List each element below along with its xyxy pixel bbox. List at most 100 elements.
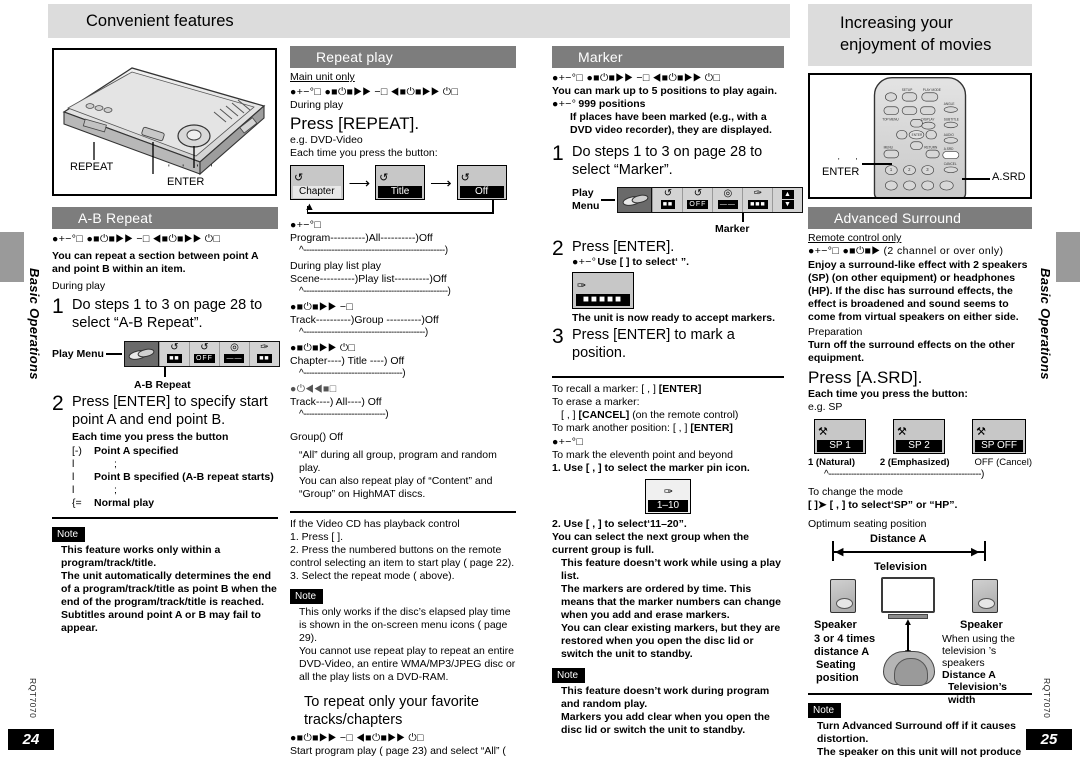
play-menu-cell-repeat[interactable]: ↺ ■■ [158, 342, 189, 366]
repeat-group-line: Group() Off [290, 431, 343, 443]
marker-step-2-sub-glyph: ●+−° [572, 256, 597, 268]
repeat-osd-sequence: ↺ Chapter ⟶ ↺ Title ⟶ ↺ Off [290, 165, 516, 200]
seq-text-3: ; [114, 484, 117, 496]
marker-menu-scroll-down-icon: ▼ [781, 200, 794, 209]
osd-loopback-arrow: ▲ [290, 200, 516, 217]
advanced-surround-note-1: The speaker on this unit will not produc… [817, 746, 1022, 758]
repeat-mode-list: ●+−°□ Program----------)All----------)Of… [290, 219, 516, 421]
diagram-tv-note-line-5: Television’s width [948, 681, 1007, 706]
remote-row2-button-1[interactable] [883, 106, 899, 115]
diagram-speaker-right [972, 579, 998, 613]
remote-control-photo: SETUP PLAY MODE ANGLE TOP MENU DISPLAY S… [808, 73, 1032, 199]
ab-repeat-heading: A-B Repeat [52, 207, 278, 229]
marker-menu-cell-marker[interactable]: ✑ ■■■ [742, 188, 772, 212]
remote-audio-button[interactable] [943, 137, 958, 144]
marker-positions: 999 positions [578, 98, 646, 110]
remote-number-5[interactable] [903, 180, 916, 191]
remote-menu-button[interactable] [883, 149, 899, 159]
remote-up-button[interactable] [910, 119, 923, 128]
advanced-surround-eg: e.g. SP [808, 401, 843, 413]
marker-op-2: [ , ] [CANCEL] (on the remote control) [561, 409, 784, 422]
ab-repeat-during: During play [52, 280, 106, 292]
remote-enter-callout: ' ' ENTER [822, 157, 865, 178]
repeat-loop-icon: ↺ [170, 342, 179, 353]
seating-chair-icon [883, 651, 935, 686]
play-menu-cell-ab-repeat[interactable]: ↺ OFF [188, 342, 219, 366]
marker-menu-cell-repeat[interactable]: ↺ ■■ [652, 188, 682, 212]
seq-text-2: Point B specified (A-B repeat starts) [94, 471, 274, 483]
marker-op-0-label: To recall a marker: [552, 383, 639, 395]
marker-bullet-0: This feature doesn’t work while using a … [561, 557, 781, 582]
diagram-speaker-right-label: Speaker [960, 619, 1003, 631]
repeat-play-during: During play [290, 99, 344, 111]
play-menu-cell-play-speed[interactable]: ◎ —— [218, 342, 249, 366]
remote-label-menu: MENU [883, 145, 893, 150]
ab-repeat-loop-icon: ↺ [200, 342, 209, 353]
remote-playmode-button[interactable] [921, 92, 939, 102]
remote-asrd-button[interactable] [942, 151, 960, 159]
diagram-television-label: Television [874, 561, 927, 573]
vcd-step-0: 1. Press [ ]. [290, 531, 344, 543]
favorite-heading-text: To repeat only your favorite tracks/chap… [304, 694, 479, 728]
remote-right-button[interactable] [925, 130, 937, 140]
repeat-play-press: Press [REPEAT]. [290, 114, 420, 133]
repeat-mode-0-chain: Program----------)All----------)Off [290, 232, 433, 244]
remote-down-button[interactable] [910, 141, 923, 150]
play-menu-strip: ↺ ■■ ↺ OFF ◎ —— ✑ ■■ [123, 341, 280, 367]
marker-play-menu-strip: ↺ ■■ ↺ OFF ◎ —— ✑ ■■■ ▲ ▼ [617, 187, 804, 213]
remote-return-button[interactable] [925, 149, 940, 159]
remote-angle-button[interactable] [943, 106, 958, 113]
asrd-spoff-speaker-icon: ⚒ [976, 426, 986, 438]
section-advanced-surround: Advanced Surround Remote control only ●+… [808, 207, 1032, 759]
marker-menu-cell-ab-repeat[interactable]: ↺ OFF [682, 188, 712, 212]
note-tag-repeat-play: Note [290, 589, 324, 604]
seq-text-4: Normal play [94, 497, 155, 509]
favorite-heading: To repeat only your favorite tracks/chap… [304, 693, 516, 729]
page-number-left: 24 [8, 729, 54, 750]
marker-menu-cell-play-speed[interactable]: ◎ —— [712, 188, 742, 212]
remote-number-10[interactable] [939, 180, 954, 191]
repeat-mode-1-label: During play list play [290, 260, 382, 272]
repeat-mode-2-glyphs: ●■⏻■▶▶ −□ [290, 301, 354, 313]
marker-menu-cell-scroll[interactable]: ▲ ▼ [772, 188, 802, 212]
diagram-seat [883, 651, 935, 686]
remote-cancel-button[interactable] [943, 166, 958, 173]
remote-number-4[interactable] [885, 180, 898, 191]
remote-left-button[interactable] [896, 130, 908, 140]
diagram-distance-a-top: Distance A [870, 533, 927, 545]
repeat-play-divider [290, 511, 516, 513]
seq-mark-3: l [72, 484, 75, 496]
page-number-right: 25 [1026, 729, 1072, 750]
speaker-left-icon [830, 579, 856, 613]
marker-play-menu-row: Play Menu ↺ ■■ ↺ OFF ◎ —— ✑ ■■■ ▲ ▼ [572, 187, 804, 213]
side-tab-left: Basic Operations [27, 268, 42, 380]
remote-number-6[interactable] [921, 180, 934, 191]
remote-power-button[interactable] [885, 92, 897, 102]
section-repeat-play: Repeat play Main unit only ●+−°□ ●■⏻■▶▶ … [290, 46, 516, 759]
ab-repeat-step-1: 1 Do steps 1 to 3 on page 28 to select “… [52, 296, 278, 332]
play-menu-cell-marker[interactable]: ✑ ■■ [248, 342, 279, 366]
repeat-play-note-1: You cannot use repeat play to repeat an … [299, 645, 516, 683]
right-edge-gray-block [1056, 232, 1080, 282]
diagram-television [881, 577, 935, 619]
marker-menu-pointer [552, 213, 784, 223]
marker-bullet-1: The markers are ordered by time. This me… [561, 583, 781, 621]
remote-setup-button[interactable] [901, 92, 918, 102]
remote-row2-button-2[interactable] [901, 106, 918, 115]
remote-label-angle: ANGLE [943, 102, 955, 106]
remote-row2-button-3[interactable] [920, 106, 936, 115]
repeat-mode-1-loop: ^---------------------------------------… [299, 286, 451, 297]
marker-positions-glyph: ●+−° [552, 98, 577, 110]
repeat-play-eg: e.g. DVD-Video [290, 134, 363, 146]
marker-osd-slots: ■■■■■ [576, 294, 630, 306]
remote-control-illustration: SETUP PLAY MODE ANGLE TOP MENU DISPLAY S… [873, 77, 967, 197]
repeat-play-main-unit-only: Main unit only [290, 71, 355, 83]
ab-repeat-each-time: Each time you press the button [72, 431, 229, 443]
marker-divider [552, 376, 784, 378]
play-menu-label: Play Menu [52, 347, 104, 360]
diagram-speaker-left-label: Speaker [814, 619, 857, 631]
remote-label-setup: SETUP [901, 88, 913, 92]
repeat-mode-4-glyphs: ●⏻◀◀■□ [290, 383, 337, 395]
remote-subtitle-button[interactable] [943, 121, 958, 129]
marker-play-menu-label-1: Play [572, 187, 594, 199]
